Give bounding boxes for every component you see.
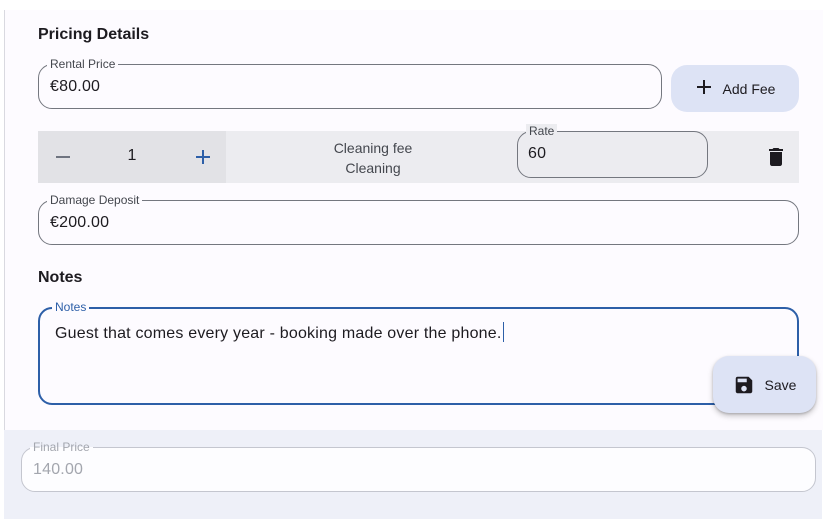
damage-deposit-field[interactable]: Damage Deposit €200.00: [38, 193, 799, 245]
floppy-disk-icon: [735, 376, 752, 393]
add-fee-label: Add Fee: [722, 80, 776, 97]
rate-field[interactable]: Rate 60: [517, 124, 708, 178]
rental-price-field[interactable]: Rental Price €80.00: [38, 57, 662, 109]
final-price-value: 140.00: [33, 461, 84, 478]
fee-description: Cleaning fee Cleaning: [278, 138, 468, 178]
booking-form-page: Pricing Details Rental Price €80.00 Add …: [0, 0, 828, 519]
fee-name: Cleaning fee: [333, 140, 413, 156]
notes-value: Guest that comes every year - booking ma…: [55, 322, 505, 343]
trash-icon: [769, 148, 783, 166]
quantity-stepper: 1: [38, 131, 226, 183]
final-price-field: Final Price 140.00: [21, 440, 816, 492]
delete-fee-button[interactable]: [764, 145, 788, 169]
final-price-bar: Final Price 140.00: [4, 430, 822, 519]
text-cursor: [502, 322, 505, 342]
rental-price-value: €80.00: [50, 78, 101, 95]
add-fee-button[interactable]: Add Fee: [671, 65, 799, 112]
save-label: Save: [764, 376, 797, 393]
damage-deposit-value: €200.00: [50, 214, 110, 231]
fee-type: Cleaning: [345, 160, 401, 176]
fee-row: 1 Cleaning fee Cleaning Rate 60: [38, 124, 799, 183]
rental-price-label: Rental Price: [47, 57, 119, 71]
notes-title: Notes: [38, 269, 83, 286]
increment-button[interactable]: [187, 141, 219, 173]
notes-label: Notes: [52, 300, 90, 314]
rate-value: 60: [528, 145, 547, 162]
pricing-details-title: Pricing Details: [38, 26, 150, 43]
final-price-label: Final Price: [30, 440, 93, 454]
rate-label: Rate: [526, 124, 558, 138]
save-button[interactable]: Save: [713, 356, 816, 413]
plus-icon: [196, 150, 210, 164]
damage-deposit-label: Damage Deposit: [47, 193, 143, 207]
plus-icon: [695, 77, 713, 101]
notes-textarea[interactable]: Notes Guest that comes every year - book…: [38, 300, 799, 405]
